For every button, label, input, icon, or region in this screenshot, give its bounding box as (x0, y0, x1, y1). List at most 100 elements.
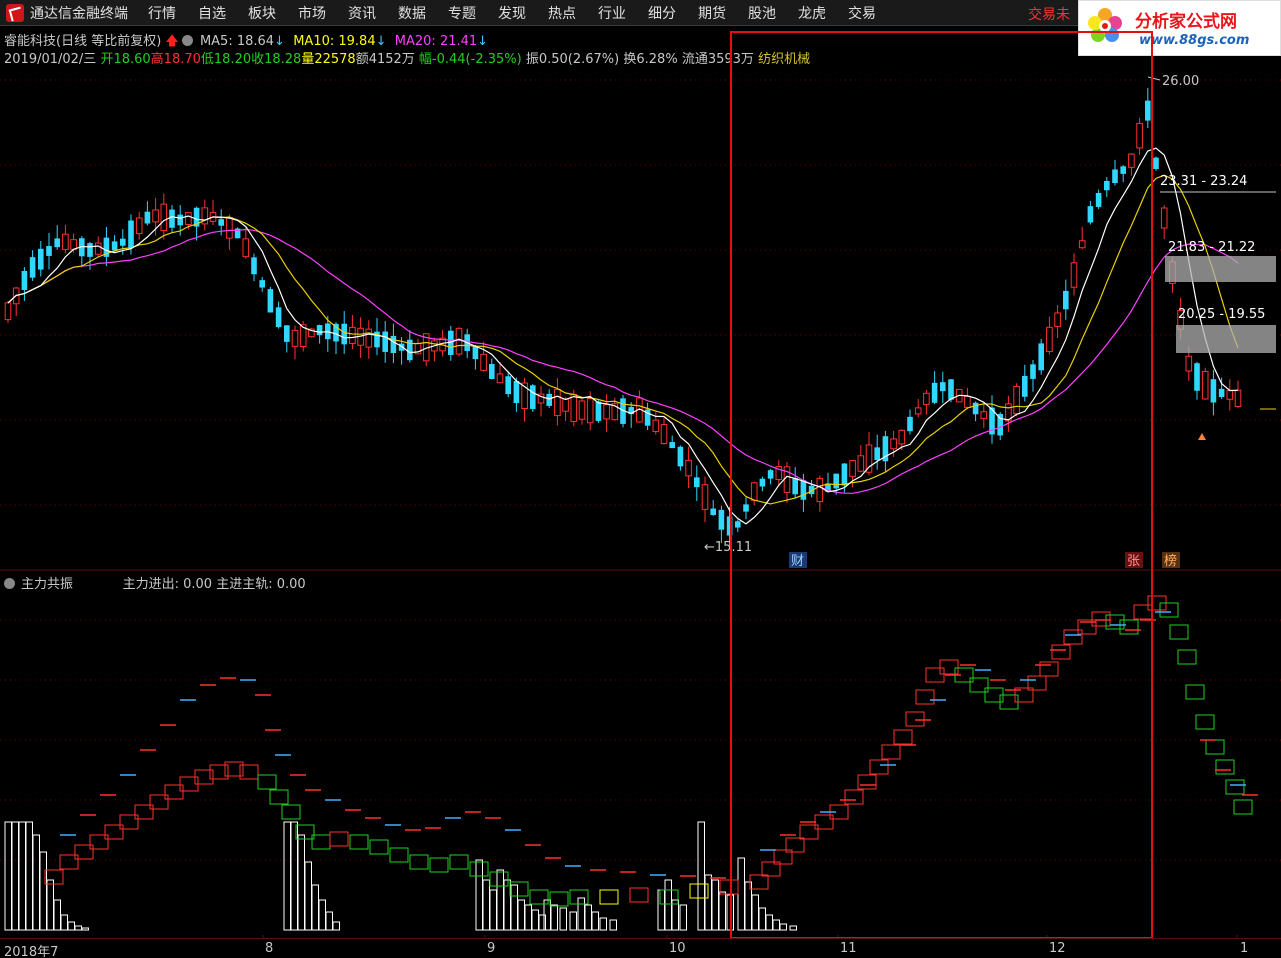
indicator-box (469, 861, 489, 877)
candle-body (251, 257, 257, 275)
candle-body (94, 242, 102, 255)
main-grid (0, 79, 1281, 506)
indicator-box (599, 889, 619, 905)
indicator-bar (32, 834, 40, 931)
indicator-bar (711, 879, 719, 931)
indicator-bar (283, 821, 291, 931)
candle-body (505, 376, 511, 395)
indicator-bar (304, 861, 312, 931)
candle-body (685, 459, 692, 477)
candle-body (694, 477, 700, 488)
candle-body (530, 385, 536, 409)
candle-body (669, 442, 675, 449)
indicator-box (1105, 614, 1125, 630)
candle-body (480, 353, 487, 371)
indicator-box (749, 874, 769, 890)
indicator-bar (704, 874, 712, 931)
indicator-menu-circle-icon[interactable] (4, 578, 15, 589)
candle-body (87, 243, 93, 257)
ma10-line (7, 174, 1239, 505)
indicator-box (409, 854, 429, 870)
candle-body (1087, 206, 1094, 223)
indicator-bar (4, 821, 12, 931)
kline-chart[interactable]: 23.31 - 23.24 21.83 - 21.22 20.25 - 19.5… (0, 0, 1281, 938)
indicator-name[interactable]: 主力共振 (21, 577, 73, 592)
candle-body (1112, 169, 1118, 183)
indicator-box (1133, 604, 1153, 620)
indicator-bar (591, 911, 599, 931)
indicator-box (311, 834, 331, 850)
indicator-white-bars (4, 821, 797, 931)
indicator-bar (297, 834, 305, 931)
candle-body (4, 302, 12, 321)
candle-body (1136, 122, 1143, 149)
triangle-marker-icon (1198, 433, 1206, 440)
indicator-bar (609, 919, 617, 931)
candle-body (578, 400, 586, 420)
candle-body (111, 241, 118, 251)
indicator-box (1233, 799, 1253, 815)
candle-body (677, 446, 684, 467)
candle-body (120, 238, 126, 246)
indicator-box (844, 789, 864, 805)
candle-body (767, 470, 774, 479)
event-marker-bang-text: 榜 (1164, 553, 1177, 569)
candle-body (940, 382, 946, 392)
indicator-bar (779, 923, 787, 931)
event-marker-cai-text: 财 (791, 554, 804, 569)
indicator-bar (664, 879, 672, 931)
candle-body (898, 429, 906, 445)
indicator-bar (332, 921, 340, 931)
indicator-bar (482, 879, 490, 931)
candle-body (874, 447, 880, 460)
indicator-box (489, 871, 509, 887)
indicator-dashes (60, 611, 1258, 879)
indicator-bar (18, 821, 26, 931)
indicator-bar (475, 859, 483, 931)
indicator-box (281, 804, 301, 820)
candle-body (226, 217, 233, 239)
indicator-box (1119, 619, 1139, 635)
candle-body (849, 460, 856, 477)
candle-body (513, 380, 520, 404)
candle-body (1218, 388, 1225, 397)
date-label: 8 (265, 941, 274, 956)
indicator-box (915, 689, 935, 705)
low-price-label: ←15.11 (704, 540, 752, 555)
indicator-bar (325, 911, 333, 931)
indicator-box (1063, 629, 1083, 645)
indicator-box (893, 729, 913, 745)
candle-body (1210, 379, 1217, 403)
candle-body (284, 325, 290, 342)
date-axis: 2018年7 8 9 10 11 12 1 (0, 938, 1281, 958)
candle-body (890, 438, 897, 450)
indicator-box (629, 887, 649, 903)
zone2-label: 21.83 - 21.22 (1168, 240, 1255, 255)
candle-body (1104, 180, 1110, 191)
candle-body (554, 388, 561, 417)
indicator-bar (496, 869, 504, 931)
candle-body (660, 424, 668, 444)
candlestick-series (4, 87, 1242, 546)
candle-body (701, 484, 709, 510)
indicator-value-1: 主力进出: 0.00 (122, 577, 213, 592)
candle-body (38, 248, 44, 270)
candle-body (1070, 262, 1078, 288)
candle-body (718, 509, 725, 530)
indicator-box (1177, 649, 1197, 665)
candle-body (923, 392, 930, 406)
candle-body (242, 238, 250, 258)
candle-body (218, 219, 224, 226)
sub-grid (0, 619, 1281, 861)
indicator-bar (584, 904, 592, 931)
indicator-box (1039, 661, 1059, 677)
candle-body (62, 233, 69, 250)
candle-body (472, 345, 479, 360)
indicator-box (1185, 684, 1205, 700)
candle-body (800, 480, 807, 500)
indicator-box (509, 881, 529, 897)
candle-body (948, 379, 954, 400)
ma-lines (7, 147, 1239, 525)
indicator-bar (758, 907, 766, 931)
indicator-bar (789, 925, 797, 931)
